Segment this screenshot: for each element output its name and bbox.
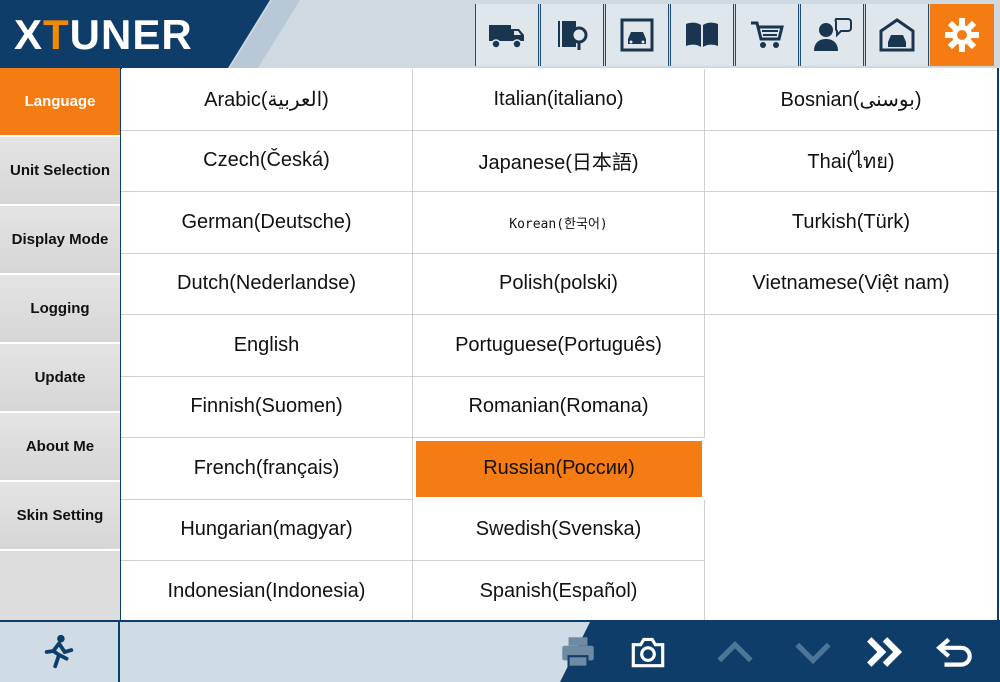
camera-icon bbox=[631, 637, 665, 668]
scroll-down-button[interactable] bbox=[790, 622, 836, 682]
language-option-finnish[interactable]: Finnish(Suomen) bbox=[121, 376, 413, 438]
sidebar-item-label: About Me bbox=[25, 438, 95, 455]
sidebar-item-label: Language bbox=[24, 93, 96, 110]
truck-icon bbox=[489, 25, 524, 49]
down-arrow-icon bbox=[795, 642, 831, 665]
empty-cell bbox=[705, 315, 998, 377]
settings-sidebar: Language Unit Selection Display Mode Log… bbox=[0, 68, 120, 620]
language-option-russian-selected[interactable]: Russian(России) bbox=[413, 438, 705, 500]
sidebar-item-logging[interactable]: Logging bbox=[0, 275, 120, 344]
sidebar-item-label: Unit Selection bbox=[9, 162, 110, 179]
header-bar: XTUNER bbox=[0, 0, 1000, 68]
language-option-hungarian[interactable]: Hungarian(magyar) bbox=[121, 499, 413, 561]
content-border bbox=[997, 68, 999, 620]
settings-button[interactable] bbox=[930, 4, 994, 66]
sidebar-item-display-mode[interactable]: Display Mode bbox=[0, 206, 120, 275]
settings-icon bbox=[945, 18, 979, 52]
footer-bar bbox=[0, 620, 1000, 682]
support-chat-icon bbox=[814, 18, 852, 51]
exit-icon bbox=[44, 634, 74, 669]
language-option-swedish[interactable]: Swedish(Svenska) bbox=[413, 499, 705, 561]
sidebar-item-unit-selection[interactable]: Unit Selection bbox=[0, 137, 120, 206]
up-arrow-icon bbox=[717, 640, 753, 663]
empty-cell bbox=[705, 561, 998, 623]
language-grid: Arabic(العربية) Italian(italiano) Bosnia… bbox=[121, 69, 998, 623]
manual-location-button[interactable] bbox=[540, 4, 604, 66]
language-option-romanian[interactable]: Romanian(Romana) bbox=[413, 376, 705, 438]
language-option-german[interactable]: German(Deutsche) bbox=[121, 192, 413, 254]
back-button[interactable] bbox=[932, 622, 978, 682]
vehicle-scan-button[interactable] bbox=[605, 4, 669, 66]
book-icon bbox=[686, 22, 718, 47]
language-option-portuguese[interactable]: Portuguese(Português) bbox=[413, 315, 705, 377]
print-button[interactable] bbox=[556, 622, 600, 682]
sidebar-item-label: Logging bbox=[30, 300, 90, 317]
shop-button[interactable] bbox=[735, 4, 799, 66]
language-option-english[interactable]: English bbox=[121, 315, 413, 377]
manual-location-icon bbox=[558, 21, 588, 50]
language-option-czech[interactable]: Czech(Česká) bbox=[121, 130, 413, 192]
fast-forward-button[interactable] bbox=[862, 622, 908, 682]
vehicle-scan-icon bbox=[620, 18, 654, 52]
language-option-arabic[interactable]: Arabic(العربية) bbox=[121, 69, 413, 131]
language-option-vietnamese[interactable]: Vietnamese(Việt nam) bbox=[705, 253, 998, 315]
truck-button[interactable] bbox=[475, 4, 539, 66]
support-button[interactable] bbox=[800, 4, 864, 66]
print-icon bbox=[562, 637, 594, 668]
screenshot-button[interactable] bbox=[626, 622, 670, 682]
sidebar-item-label: Update bbox=[34, 369, 86, 386]
garage-icon bbox=[879, 18, 915, 52]
language-option-dutch[interactable]: Dutch(Nederlandse) bbox=[121, 253, 413, 315]
sidebar-item-language[interactable]: Language bbox=[0, 68, 120, 137]
shopping-cart-icon bbox=[751, 21, 784, 48]
app-logo: XTUNER bbox=[14, 11, 193, 58]
language-option-spanish[interactable]: Spanish(Español) bbox=[413, 561, 705, 623]
language-option-polish[interactable]: Polish(polski) bbox=[413, 253, 705, 315]
sidebar-item-skin-setting[interactable]: Skin Setting bbox=[0, 482, 120, 551]
top-toolbar bbox=[475, 4, 995, 66]
sidebar-item-label: Skin Setting bbox=[16, 507, 104, 524]
language-option-thai[interactable]: Thai(ไทย) bbox=[705, 130, 998, 192]
exit-button[interactable] bbox=[0, 622, 120, 682]
language-option-turkish[interactable]: Turkish(Türk) bbox=[705, 192, 998, 254]
language-option-korean[interactable]: Korean(한국어) bbox=[413, 192, 705, 254]
scroll-up-button[interactable] bbox=[712, 622, 758, 682]
empty-cell bbox=[705, 499, 998, 561]
fast-forward-icon bbox=[867, 637, 903, 667]
empty-cell bbox=[705, 438, 998, 500]
sidebar-item-update[interactable]: Update bbox=[0, 344, 120, 413]
language-option-bosnian[interactable]: Bosnian(بوسنى) bbox=[705, 69, 998, 131]
back-icon bbox=[936, 637, 972, 667]
language-option-italian[interactable]: Italian(italiano) bbox=[413, 69, 705, 131]
sidebar-item-about-me[interactable]: About Me bbox=[0, 413, 120, 482]
language-option-indonesian[interactable]: Indonesian(Indonesia) bbox=[121, 561, 413, 623]
language-option-japanese[interactable]: Japanese(日本語) bbox=[413, 130, 705, 192]
garage-button[interactable] bbox=[865, 4, 929, 66]
empty-cell bbox=[705, 376, 998, 438]
language-option-french[interactable]: French(français) bbox=[121, 438, 413, 500]
manual-book-button[interactable] bbox=[670, 4, 734, 66]
sidebar-item-label: Display Mode bbox=[11, 231, 109, 248]
